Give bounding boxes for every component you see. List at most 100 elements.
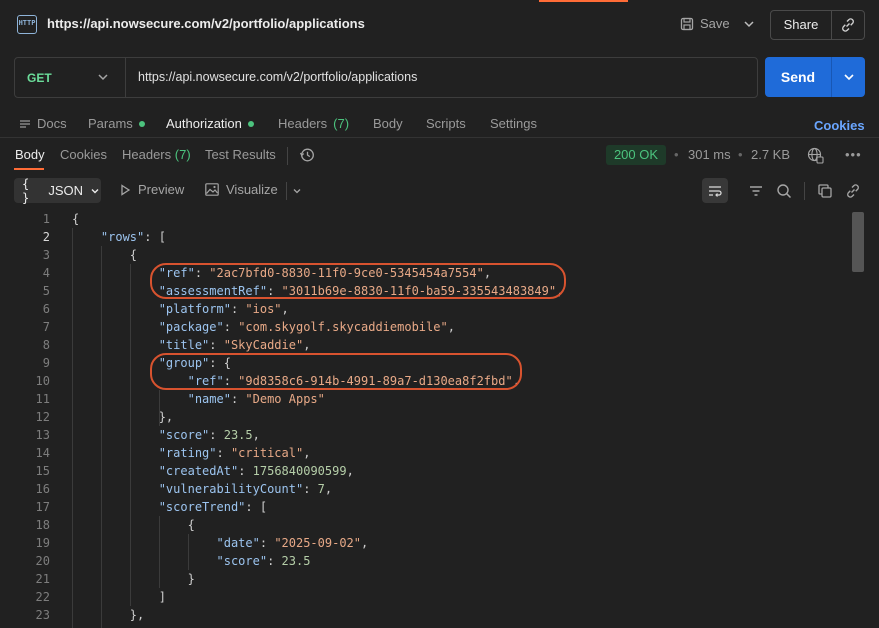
json-punctuation: : [	[245, 500, 268, 514]
line-number: 18	[35, 518, 50, 532]
json-number: 7	[317, 482, 325, 496]
json-braces-icon: { }	[22, 176, 30, 205]
tab-settings-label: Settings	[490, 116, 537, 131]
code-line: 6 "platform": "ios",	[0, 300, 850, 318]
json-punctuation: {	[72, 212, 80, 226]
json-string: "SkyCaddie"	[223, 338, 304, 352]
annotation-circle-group-ref	[150, 353, 522, 390]
json-punctuation: : [	[144, 230, 166, 244]
search-icon[interactable]	[775, 182, 793, 200]
url-input[interactable]: https://api.nowsecure.com/v2/portfolio/a…	[126, 58, 757, 97]
json-punctuation	[72, 482, 159, 496]
code-text: "scoreTrend": [	[72, 498, 267, 516]
tab-scripts-label: Scripts	[426, 116, 466, 131]
json-punctuation: ,	[346, 464, 354, 478]
json-punctuation: :	[259, 536, 275, 550]
cookies-link[interactable]: Cookies	[814, 118, 865, 133]
format-select[interactable]: { } JSON	[14, 176, 101, 205]
json-key: "package"	[158, 320, 224, 334]
code-text: ]	[72, 588, 166, 606]
response-time[interactable]: 301 ms	[688, 147, 731, 162]
visualize-chevron-icon[interactable]	[288, 182, 306, 200]
json-key: "score"	[158, 428, 210, 442]
tab-headers[interactable]: Headers (7)	[278, 116, 349, 131]
code-line: 11 "name": "Demo Apps"	[0, 390, 850, 408]
response-size[interactable]: 2.7 KB	[751, 147, 790, 162]
send-button[interactable]: Send	[765, 57, 832, 97]
json-punctuation: :	[209, 428, 224, 442]
method-label: GET	[27, 71, 52, 85]
json-punctuation	[72, 392, 188, 406]
line-number: 2	[42, 230, 50, 244]
annotation-circle-ref-ids	[150, 263, 566, 299]
status-badge[interactable]: 200 OK	[606, 145, 666, 165]
code-text: "title": "SkyCaddie",	[72, 336, 311, 354]
json-string: "2025-09-02"	[274, 536, 362, 550]
line-number: 16	[35, 482, 50, 496]
request-url-bar: GET https://api.nowsecure.com/v2/portfol…	[14, 57, 758, 98]
save-options-chevron-icon[interactable]	[740, 15, 758, 33]
response-headers-count: (7)	[174, 147, 191, 162]
json-punctuation: },	[72, 410, 174, 424]
save-icon	[680, 17, 694, 31]
copy-link-icon[interactable]	[832, 11, 864, 39]
code-line: 19 "date": "2025-09-02",	[0, 534, 850, 552]
response-tab-cookies[interactable]: Cookies	[60, 147, 107, 162]
share-button[interactable]: Share	[771, 11, 832, 39]
json-punctuation: ,	[361, 536, 369, 550]
response-tab-body[interactable]: Body	[15, 147, 45, 162]
json-punctuation: :	[238, 464, 253, 478]
preview-button[interactable]: Preview	[119, 182, 184, 197]
divider	[286, 182, 287, 200]
tab-docs[interactable]: Docs	[19, 116, 67, 131]
filter-icon[interactable]	[747, 182, 765, 200]
json-punctuation: {	[72, 518, 195, 532]
vertical-scrollbar[interactable]	[851, 210, 865, 628]
authorization-indicator-dot	[247, 120, 254, 127]
divider	[287, 147, 288, 165]
json-punctuation: ,	[447, 320, 455, 334]
scrollbar-thumb[interactable]	[852, 212, 864, 272]
request-title[interactable]: https://api.nowsecure.com/v2/portfolio/a…	[47, 16, 365, 31]
json-key: "score"	[216, 554, 268, 568]
tab-scripts[interactable]: Scripts	[426, 116, 466, 131]
line-number: 19	[35, 536, 50, 550]
wrap-lines-icon[interactable]	[702, 178, 728, 203]
more-options-icon[interactable]: •••	[845, 147, 862, 162]
network-globe-icon[interactable]	[806, 146, 824, 164]
tab-settings[interactable]: Settings	[490, 116, 537, 131]
code-line: 14 "rating": "critical",	[0, 444, 850, 462]
json-number: 23.5	[281, 554, 311, 568]
copy-icon[interactable]	[816, 182, 834, 200]
line-number: 5	[42, 284, 50, 298]
line-number: 3	[42, 248, 50, 262]
tab-params[interactable]: Params	[88, 116, 145, 131]
tab-authorization-label: Authorization	[166, 116, 242, 131]
visualize-button[interactable]: Visualize	[205, 182, 278, 197]
code-line: 20 "score": 23.5	[0, 552, 850, 570]
response-tab-headers[interactable]: Headers (7)	[122, 147, 191, 162]
json-key: "platform"	[158, 302, 231, 316]
send-options-chevron-icon[interactable]	[832, 57, 865, 97]
json-punctuation: ,	[303, 338, 311, 352]
tab-body[interactable]: Body	[373, 116, 403, 131]
code-line: 21 }	[0, 570, 850, 588]
response-tab-test-results[interactable]: Test Results	[205, 147, 276, 162]
code-line: 18 {	[0, 516, 850, 534]
history-icon[interactable]	[298, 146, 316, 164]
json-key: "rating"	[158, 446, 217, 460]
json-punctuation: :	[216, 446, 231, 460]
method-select[interactable]: GET	[15, 58, 126, 97]
json-punctuation: {	[72, 248, 138, 262]
code-text: "vulnerabilityCount": 7,	[72, 480, 332, 498]
link-icon[interactable]	[844, 182, 862, 200]
chevron-down-icon	[89, 185, 101, 197]
tab-authorization[interactable]: Authorization	[166, 116, 254, 131]
code-text: "platform": "ios",	[72, 300, 289, 318]
tab-params-label: Params	[88, 116, 133, 131]
save-button[interactable]: Save	[680, 16, 730, 31]
json-key: "date"	[216, 536, 260, 550]
line-number: 14	[35, 446, 50, 460]
json-punctuation: }	[72, 572, 195, 586]
json-punctuation	[72, 500, 159, 514]
